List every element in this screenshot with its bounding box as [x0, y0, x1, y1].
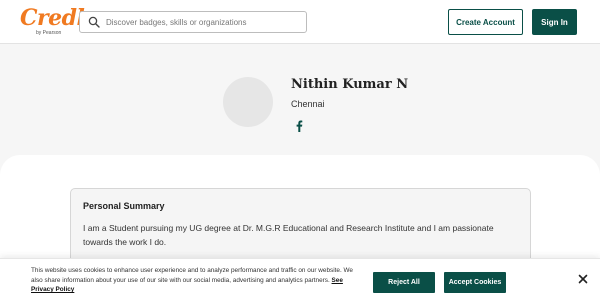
create-account-button[interactable]: Create Account	[448, 9, 523, 35]
logo-subtext: by Pearson	[36, 30, 62, 36]
summary-title: Personal Summary	[83, 201, 165, 211]
cookie-banner: This website uses cookies to enhance use…	[0, 258, 600, 300]
close-icon[interactable]	[576, 272, 590, 286]
summary-text: I am a Student pursuing my UG degree at …	[83, 223, 494, 247]
search-icon	[88, 16, 100, 28]
profile-name: Nithin Kumar N	[291, 77, 409, 92]
credly-logo[interactable]: Credly by Pearson	[20, 5, 97, 40]
cookie-message: This website uses cookies to enhance use…	[31, 266, 361, 295]
reject-all-button[interactable]: Reject All	[373, 272, 435, 293]
avatar	[223, 77, 273, 127]
search-box[interactable]	[79, 11, 307, 33]
top-navigation-bar: Credly by Pearson Create Account Sign In	[0, 0, 600, 44]
facebook-icon[interactable]	[294, 120, 304, 132]
cookie-message-text: This website uses cookies to enhance use…	[31, 267, 353, 284]
logo-wordmark: Credly	[20, 5, 97, 31]
search-input[interactable]	[106, 15, 302, 30]
sign-in-button[interactable]: Sign In	[532, 9, 577, 35]
accept-cookies-button[interactable]: Accept Cookies	[444, 272, 506, 293]
profile-location: Chennai	[291, 99, 325, 109]
